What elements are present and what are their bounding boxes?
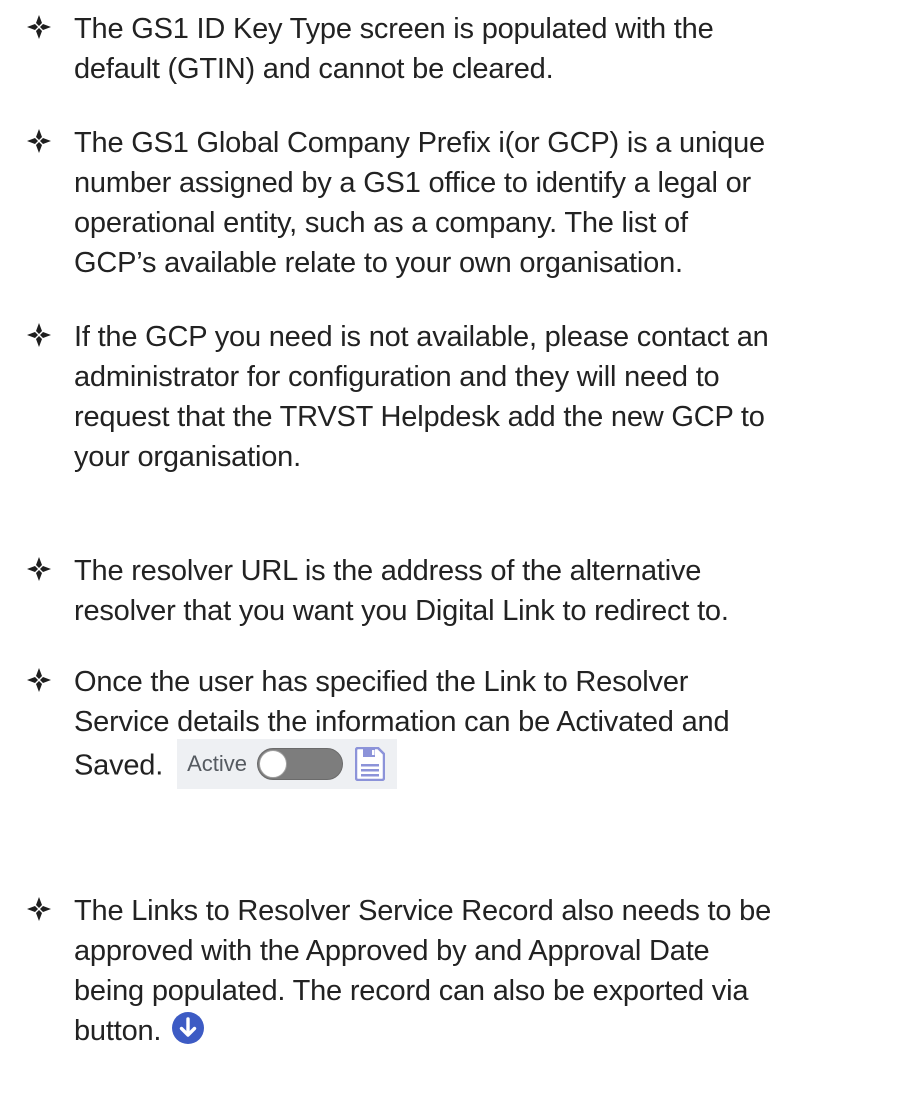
bullet-diamond-icon: [26, 14, 74, 40]
download-arrow-icon[interactable]: [171, 1011, 205, 1045]
text-line: The Links to Resolver Service Record als…: [74, 895, 772, 927]
bullet-text: The GS1 Global Company Prefix i(or GCP) …: [74, 123, 894, 283]
text-saved: Saved.: [74, 749, 164, 782]
bullet-text: If the GCP you need is not available, pl…: [74, 317, 894, 477]
active-toggle-widget: Active: [177, 739, 398, 789]
bullet-text: The GS1 ID Key Type screen is populated …: [74, 9, 894, 89]
document-page: The GS1 ID Key Type screen is populated …: [0, 0, 901, 1104]
toggle-knob: [259, 750, 288, 778]
bullet-item-global-company-prefix: The GS1 Global Company Prefix i(or GCP) …: [24, 123, 894, 283]
text-line: default (GTIN) and cannot be cleared.: [74, 53, 554, 85]
bullet-text: The Links to Resolver Service Record als…: [74, 891, 894, 1051]
floppy-disk-icon[interactable]: [355, 747, 386, 781]
text-line: being populated. The record can also be …: [74, 975, 749, 1007]
text-line: operational entity, such as a company. T…: [74, 207, 688, 239]
bullet-diamond-icon: [26, 322, 74, 348]
bullet-item-gs1-id-key-type: The GS1 ID Key Type screen is populated …: [24, 9, 894, 89]
bullet-text: The resolver URL is the address of the a…: [74, 551, 894, 631]
text-line: The GS1 Global Company Prefix i(or GCP) …: [74, 127, 765, 159]
text-line: approved with the Approved by and Approv…: [74, 935, 710, 967]
text-line-with-icon: button.: [74, 1011, 894, 1051]
bullet-diamond-icon: [26, 667, 74, 693]
bullet-diamond-icon: [26, 896, 74, 922]
text-line: The resolver URL is the address of the a…: [74, 555, 702, 587]
text-button: button.: [74, 1015, 162, 1047]
bullet-item-gcp-not-available: If the GCP you need is not available, pl…: [24, 317, 894, 477]
bullet-item-activate-and-save: Once the user has specified the Link to …: [24, 662, 894, 792]
text-line: your organisation.: [74, 441, 301, 473]
bullet-item-resolver-url: The resolver URL is the address of the a…: [24, 551, 894, 631]
bullet-diamond-icon: [26, 556, 74, 582]
active-label: Active: [187, 751, 248, 776]
text-line: If the GCP you need is not available, pl…: [74, 321, 769, 353]
bullet-item-approval-and-export: The Links to Resolver Service Record als…: [24, 891, 894, 1051]
active-toggle[interactable]: [257, 748, 344, 780]
text-line: request that the TRVST Helpdesk add the …: [74, 401, 765, 433]
text-line: Once the user has specified the Link to …: [74, 666, 689, 698]
text-line: resolver that you want you Digital Link …: [74, 595, 729, 627]
bullet-diamond-icon: [26, 128, 74, 154]
text-line-with-widget: Saved. Active: [74, 739, 894, 792]
bullet-text: Once the user has specified the Link to …: [74, 662, 894, 792]
text-line: GCP’s available relate to your own organ…: [74, 247, 683, 279]
text-line: Service details the information can be A…: [74, 706, 730, 738]
text-line: administrator for configuration and they…: [74, 361, 720, 393]
text-line: number assigned by a GS1 office to ident…: [74, 167, 752, 199]
text-line: The GS1 ID Key Type screen is populated …: [74, 13, 714, 45]
